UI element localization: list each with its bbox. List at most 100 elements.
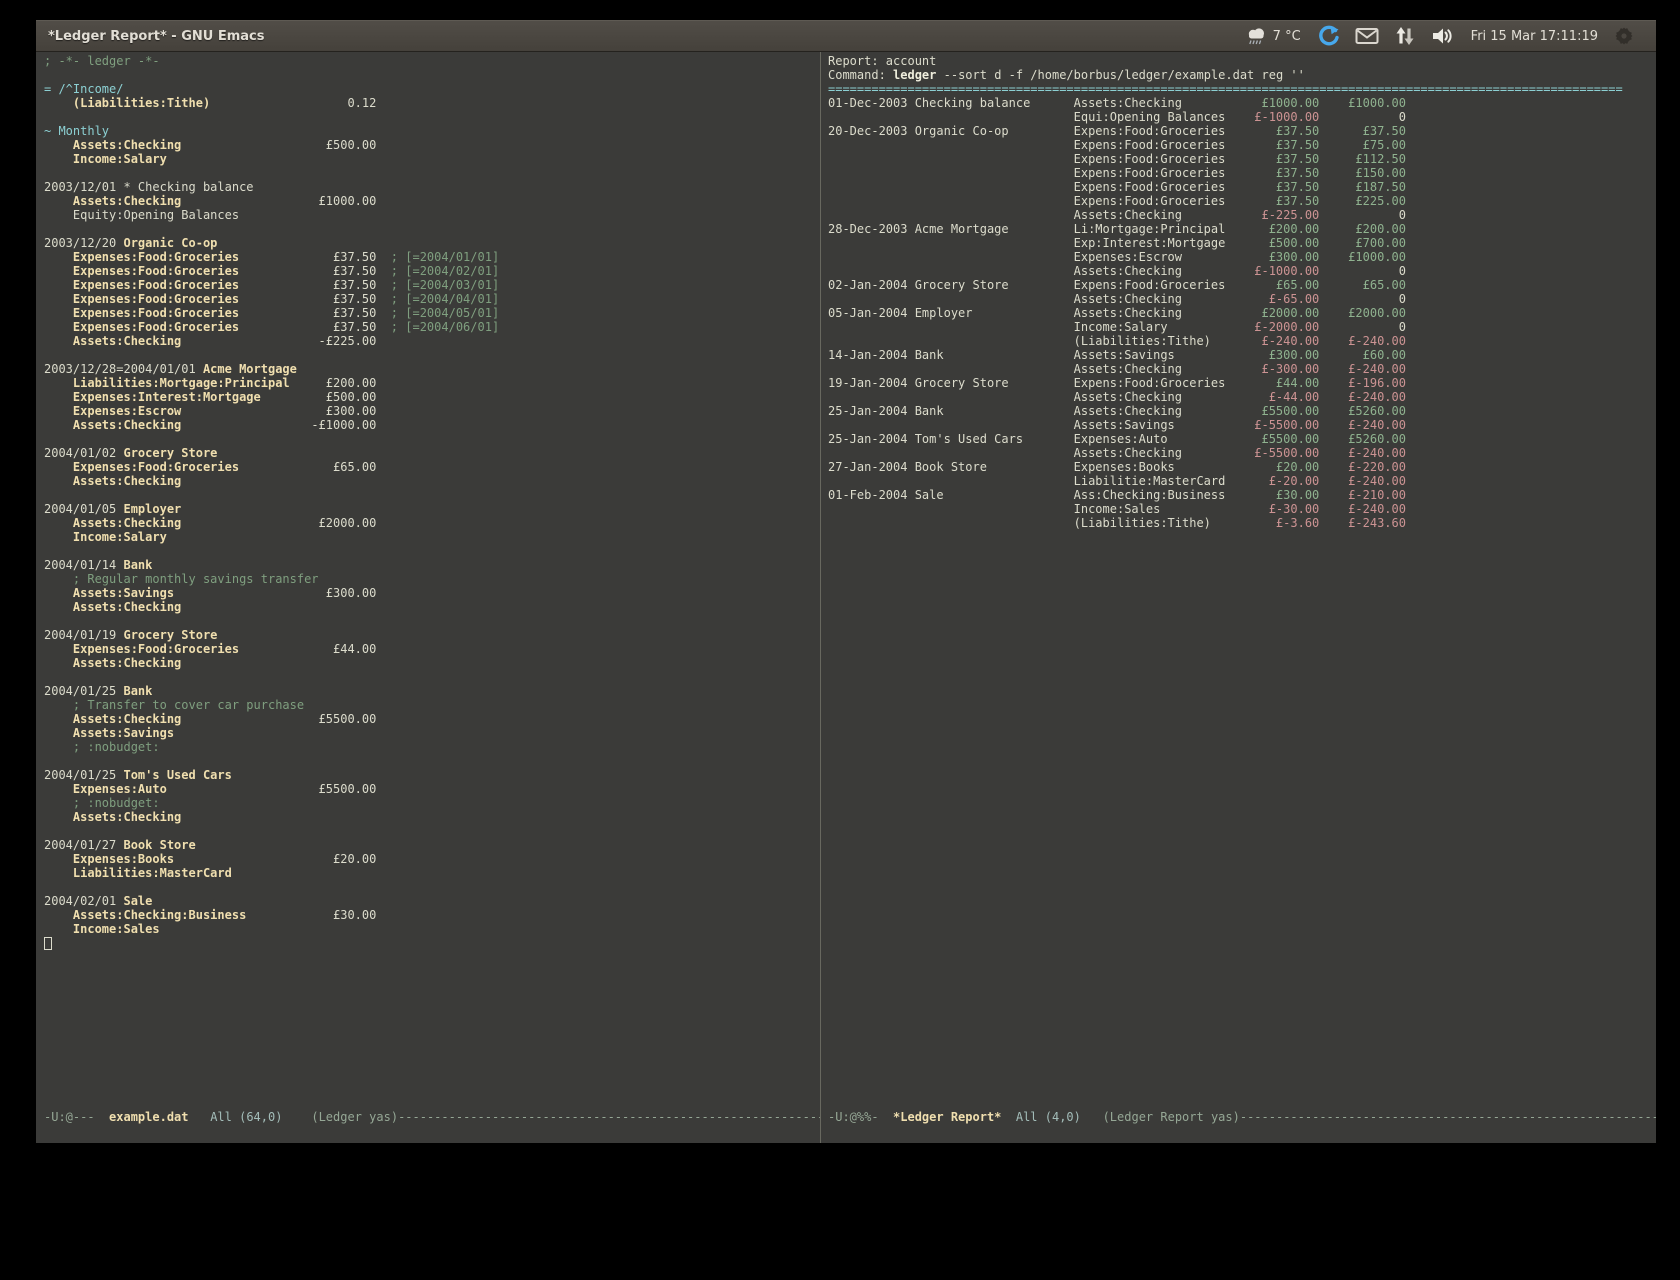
buffer-line[interactable]: Expenses:Food:Groceries £37.50 ; [=2004/… bbox=[44, 278, 816, 292]
buffer-line[interactable]: Equity:Opening Balances bbox=[44, 208, 816, 222]
buffer-line[interactable]: 25-Jan-2004 Tom's Used Cars Expenses:Aut… bbox=[828, 432, 1654, 446]
buffer-line[interactable]: Income:Sales £-30.00 £-240.00 bbox=[828, 502, 1654, 516]
buffer-line[interactable]: Expens:Food:Groceries £37.50 £225.00 bbox=[828, 194, 1654, 208]
window-divider[interactable] bbox=[820, 52, 821, 1143]
buffer-line[interactable]: = /^Income/ bbox=[44, 82, 816, 96]
buffer-line[interactable]: 2004/01/27 Book Store bbox=[44, 838, 816, 852]
buffer-line[interactable] bbox=[44, 68, 816, 82]
buffer-line[interactable] bbox=[44, 488, 816, 502]
buffer-line[interactable]: Income:Salary bbox=[44, 530, 816, 544]
buffer-line[interactable]: Exp:Interest:Mortgage £500.00 £700.00 bbox=[828, 236, 1654, 250]
buffer-line[interactable]: 01-Dec-2003 Checking balance Assets:Chec… bbox=[828, 96, 1654, 110]
modeline-right[interactable]: -U:@%%- *Ledger Report* All (4,0) (Ledge… bbox=[828, 1110, 1656, 1125]
buffer-line[interactable]: Liabilities:Mortgage:Principal £200.00 bbox=[44, 376, 816, 390]
buffer-line[interactable]: Assets:Checking £-300.00 £-240.00 bbox=[828, 362, 1654, 376]
buffer-line[interactable] bbox=[44, 544, 816, 558]
buffer-line[interactable]: (Liabilities:Tithe) 0.12 bbox=[44, 96, 816, 110]
buffer-line[interactable]: Expenses:Food:Groceries £37.50 ; [=2004/… bbox=[44, 306, 816, 320]
buffer-line[interactable]: 14-Jan-2004 Bank Assets:Savings £300.00 … bbox=[828, 348, 1654, 362]
buffer-line[interactable]: 05-Jan-2004 Employer Assets:Checking £20… bbox=[828, 306, 1654, 320]
buffer-line[interactable]: Assets:Checking £-225.00 0 bbox=[828, 208, 1654, 222]
buffer-line[interactable]: Expens:Food:Groceries £37.50 £112.50 bbox=[828, 152, 1654, 166]
buffer-line[interactable] bbox=[44, 614, 816, 628]
buffer-line[interactable]: 01-Feb-2004 Sale Ass:Checking:Business £… bbox=[828, 488, 1654, 502]
buffer-line[interactable]: 2004/01/05 Employer bbox=[44, 502, 816, 516]
buffer-line[interactable]: 2004/01/25 Bank bbox=[44, 684, 816, 698]
buffer-line[interactable] bbox=[44, 824, 816, 838]
buffer-line[interactable]: 25-Jan-2004 Bank Assets:Checking £5500.0… bbox=[828, 404, 1654, 418]
buffer-line[interactable]: Income:Salary bbox=[44, 152, 816, 166]
buffer-line[interactable]: 2003/12/20 Organic Co-op bbox=[44, 236, 816, 250]
buffer-line[interactable]: (Liabilities:Tithe) £-240.00 £-240.00 bbox=[828, 334, 1654, 348]
volume-icon[interactable] bbox=[1431, 26, 1455, 46]
network-arrows-icon[interactable] bbox=[1395, 26, 1415, 46]
buffer-line[interactable]: -U:@--- example.dat All (64,0) (Ledger y… bbox=[44, 1110, 820, 1124]
buffer-line[interactable]: Expenses:Food:Groceries £37.50 ; [=2004/… bbox=[44, 320, 816, 334]
buffer-line[interactable]: Income:Salary £-2000.00 0 bbox=[828, 320, 1654, 334]
buffer-line[interactable] bbox=[44, 754, 816, 768]
buffer-line[interactable] bbox=[44, 880, 816, 894]
buffer-line[interactable]: Expenses:Food:Groceries £44.00 bbox=[44, 642, 816, 656]
buffer-line[interactable]: Assets:Checking £500.00 bbox=[44, 138, 816, 152]
buffer-line[interactable]: 27-Jan-2004 Book Store Expenses:Books £2… bbox=[828, 460, 1654, 474]
buffer-line[interactable]: ; -*- ledger -*- bbox=[44, 54, 816, 68]
buffer-line[interactable]: 20-Dec-2003 Organic Co-op Expens:Food:Gr… bbox=[828, 124, 1654, 138]
buffer-line[interactable]: Expens:Food:Groceries £37.50 £150.00 bbox=[828, 166, 1654, 180]
modeline-left[interactable]: -U:@--- example.dat All (64,0) (Ledger y… bbox=[44, 1110, 820, 1125]
buffer-line[interactable]: 28-Dec-2003 Acme Mortgage Li:Mortgage:Pr… bbox=[828, 222, 1654, 236]
buffer-line[interactable]: Report: account bbox=[828, 54, 1654, 68]
buffer-line[interactable] bbox=[44, 222, 816, 236]
buffer-line[interactable]: Assets:Checking £-44.00 £-240.00 bbox=[828, 390, 1654, 404]
settings-gear-icon[interactable] bbox=[1614, 26, 1634, 46]
buffer-line[interactable]: Expens:Food:Groceries £37.50 £75.00 bbox=[828, 138, 1654, 152]
buffer-line[interactable]: ; :nobudget: bbox=[44, 740, 816, 754]
buffer-line[interactable]: Assets:Checking bbox=[44, 810, 816, 824]
buffer-line[interactable]: 2004/02/01 Sale bbox=[44, 894, 816, 908]
buffer-line[interactable]: Assets:Checking bbox=[44, 474, 816, 488]
buffer-line[interactable]: Liabilities:MasterCard bbox=[44, 866, 816, 880]
buffer-line[interactable] bbox=[44, 166, 816, 180]
buffer-line[interactable]: Expenses:Escrow £300.00 bbox=[44, 404, 816, 418]
ledger-file-window[interactable]: ; -*- ledger -*- = /^Income/ (Liabilities… bbox=[44, 54, 816, 1110]
buffer-line[interactable]: Assets:Savings £-5500.00 £-240.00 bbox=[828, 418, 1654, 432]
buffer-line[interactable]: Assets:Savings bbox=[44, 726, 816, 740]
mail-icon[interactable] bbox=[1355, 27, 1379, 45]
buffer-line[interactable]: Command: ledger --sort d -f /home/borbus… bbox=[828, 68, 1654, 82]
buffer-line[interactable]: Expenses:Food:Groceries £37.50 ; [=2004/… bbox=[44, 292, 816, 306]
buffer-line[interactable]: (Liabilities:Tithe) £-3.60 £-243.60 bbox=[828, 516, 1654, 530]
buffer-line[interactable]: Assets:Savings £300.00 bbox=[44, 586, 816, 600]
buffer-line[interactable]: Expenses:Food:Groceries £37.50 ; [=2004/… bbox=[44, 250, 816, 264]
buffer-line[interactable]: Assets:Checking -£225.00 bbox=[44, 334, 816, 348]
buffer-line[interactable] bbox=[44, 670, 816, 684]
buffer-line[interactable]: 2004/01/02 Grocery Store bbox=[44, 446, 816, 460]
buffer-line[interactable]: ; Regular monthly savings transfer bbox=[44, 572, 816, 586]
buffer-line[interactable]: Expenses:Food:Groceries £65.00 bbox=[44, 460, 816, 474]
buffer-line[interactable]: Assets:Checking bbox=[44, 656, 816, 670]
buffer-line[interactable]: 02-Jan-2004 Grocery Store Expens:Food:Gr… bbox=[828, 278, 1654, 292]
buffer-line[interactable]: Assets:Checking £5500.00 bbox=[44, 712, 816, 726]
buffer-line[interactable]: Assets:Checking £-1000.00 0 bbox=[828, 264, 1654, 278]
buffer-line[interactable]: Expens:Food:Groceries £37.50 £187.50 bbox=[828, 180, 1654, 194]
buffer-line[interactable]: Assets:Checking:Business £30.00 bbox=[44, 908, 816, 922]
buffer-line[interactable]: Assets:Checking bbox=[44, 600, 816, 614]
buffer-line[interactable]: ; :nobudget: bbox=[44, 796, 816, 810]
buffer-line[interactable] bbox=[44, 110, 816, 124]
weather-applet[interactable]: 7 °C bbox=[1244, 26, 1301, 46]
ledger-report-window[interactable]: Report: accountCommand: ledger --sort d … bbox=[828, 54, 1654, 1110]
buffer-line[interactable]: ; Transfer to cover car purchase bbox=[44, 698, 816, 712]
buffer-line[interactable] bbox=[44, 936, 816, 950]
buffer-line[interactable]: Assets:Checking £2000.00 bbox=[44, 516, 816, 530]
buffer-line[interactable]: Expenses:Food:Groceries £37.50 ; [=2004/… bbox=[44, 264, 816, 278]
buffer-line[interactable]: Expenses:Books £20.00 bbox=[44, 852, 816, 866]
buffer-line[interactable]: Assets:Checking -£1000.00 bbox=[44, 418, 816, 432]
buffer-line[interactable]: ~ Monthly bbox=[44, 124, 816, 138]
buffer-line[interactable]: -U:@%%- *Ledger Report* All (4,0) (Ledge… bbox=[828, 1110, 1656, 1124]
buffer-line[interactable]: Assets:Checking £-5500.00 £-240.00 bbox=[828, 446, 1654, 460]
buffer-line[interactable]: 2003/12/01 * Checking balance bbox=[44, 180, 816, 194]
buffer-line[interactable]: Assets:Checking £-65.00 0 bbox=[828, 292, 1654, 306]
buffer-line[interactable]: 2004/01/14 Bank bbox=[44, 558, 816, 572]
clock[interactable]: Fri 15 Mar 17:11:19 bbox=[1471, 29, 1598, 44]
buffer-line[interactable]: Expenses:Auto £5500.00 bbox=[44, 782, 816, 796]
buffer-line[interactable]: Expenses:Interest:Mortgage £500.00 bbox=[44, 390, 816, 404]
buffer-line[interactable]: 2003/12/28=2004/01/01 Acme Mortgage bbox=[44, 362, 816, 376]
